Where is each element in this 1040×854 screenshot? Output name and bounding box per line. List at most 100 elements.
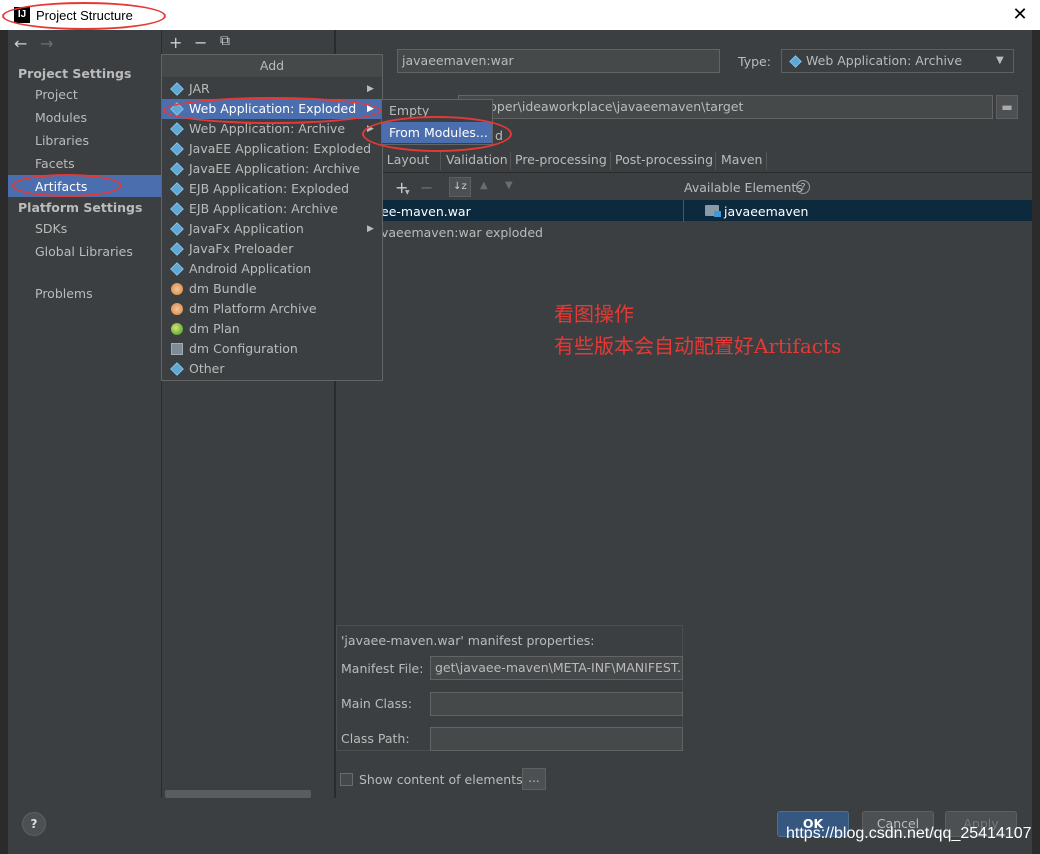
type-select[interactable]: Web Application: Archive ▼ [781, 49, 1014, 73]
popup-item-label: JavaFx Preloader [189, 241, 294, 256]
popup-header: Add [162, 55, 382, 77]
popup-item-label: EJB Application: Archive [189, 201, 338, 216]
help-button[interactable]: ? [22, 812, 46, 836]
add-artifact-button[interactable]: + [169, 33, 182, 52]
diamond-icon [170, 242, 184, 256]
sidebar-item-problems[interactable]: Problems [35, 286, 93, 301]
type-label: Type: [738, 54, 771, 69]
diamond-icon [170, 162, 184, 176]
popup-item-label: JavaFx Application [189, 221, 304, 236]
tab-separator [766, 152, 767, 170]
popup-item-label: EJB Application: Exploded [189, 181, 350, 196]
main-class-field[interactable] [430, 692, 683, 716]
popup-item[interactable]: dm Plan [162, 319, 382, 339]
popup-item[interactable]: dm Platform Archive [162, 299, 382, 319]
popup-item[interactable]: Android Application [162, 259, 382, 279]
class-path-field[interactable] [430, 727, 683, 751]
popup-item-label: JavaEE Application: Exploded [189, 141, 372, 156]
popup-item-label: dm Plan [189, 321, 240, 336]
diamond-icon [170, 82, 184, 96]
tab-maven[interactable]: Maven [721, 152, 762, 167]
output-tree-child[interactable]: vaeemaven:war exploded [381, 225, 543, 240]
move-up-icon[interactable]: ▲ [480, 180, 488, 191]
manifest-title: 'javaee-maven.war' manifest properties: [341, 633, 595, 648]
plan-icon [171, 323, 183, 335]
diamond-icon [170, 222, 184, 236]
config-icon [171, 343, 183, 355]
remove-element-button[interactable]: − [420, 178, 433, 197]
move-down-icon[interactable]: ▼ [505, 180, 513, 191]
tab-separator [510, 152, 511, 170]
close-button[interactable]: ✕ [1008, 3, 1032, 27]
sidebar-item-project[interactable]: Project [35, 87, 78, 102]
popup-item[interactable]: EJB Application: Archive [162, 199, 382, 219]
popup-item[interactable]: EJB Application: Exploded [162, 179, 382, 199]
popup-item-label: dm Platform Archive [189, 301, 317, 316]
tab-validation[interactable]: Validation [446, 152, 508, 167]
manifest-file-field[interactable]: get\javaee-maven\META-INF\MANIFEST.M [430, 656, 683, 680]
manifest-file-label: Manifest File: [341, 661, 424, 676]
back-arrow-icon[interactable]: ← [14, 34, 27, 53]
remove-artifact-button[interactable]: − [194, 33, 207, 52]
available-module-item[interactable]: javaeemaven [724, 204, 808, 219]
artifacts-highlight-oval [12, 174, 122, 197]
popup-item[interactable]: JavaFx Application ▶ [162, 219, 382, 239]
dropdown-small-icon: ▼ [405, 189, 410, 196]
horizontal-scrollbar[interactable] [165, 790, 311, 798]
popup-item[interactable]: JavaFx Preloader [162, 239, 382, 259]
popup-item-label: JavaEE Application: Archive [189, 161, 360, 176]
output-tree-root[interactable]: ee-maven.war [381, 204, 471, 219]
annotation-line-2: 有些版本会自动配置好Artifacts [554, 334, 842, 358]
main-class-label: Main Class: [341, 696, 412, 711]
help-circle-icon[interactable]: ? [796, 180, 810, 194]
platform-settings-heading: Platform Settings [18, 200, 143, 215]
popup-item[interactable]: dm Bundle [162, 279, 382, 299]
popup-item[interactable]: JavaEE Application: Exploded [162, 139, 382, 159]
popup-item[interactable]: dm Configuration [162, 339, 382, 359]
project-settings-heading: Project Settings [18, 66, 132, 81]
watermark-url: https://blog.csdn.net/qq_25414107 [786, 825, 1032, 842]
show-content-checkbox[interactable] [340, 773, 353, 786]
bundle-icon [171, 283, 183, 295]
sort-elements-button[interactable]: ↓z [449, 177, 471, 197]
popup-item-label: Other [189, 361, 225, 376]
popup-item-label: dm Configuration [189, 341, 298, 356]
submenu-arrow-icon: ▶ [367, 84, 374, 94]
show-content-label: Show content of elements [359, 772, 523, 787]
copy-artifact-button[interactable]: ⧉ [220, 33, 230, 49]
sidebar-item-global-libraries[interactable]: Global Libraries [35, 244, 133, 259]
chevron-down-icon: ▼ [996, 55, 1004, 66]
popup-item[interactable]: Other [162, 359, 382, 379]
diamond-icon [170, 262, 184, 276]
show-content-options-button[interactable]: ... [522, 768, 546, 790]
popup-item-label: dm Bundle [189, 281, 257, 296]
folder-browse-icon[interactable]: ▬ [996, 95, 1018, 119]
tab-separator [610, 152, 611, 170]
sidebar-item-modules[interactable]: Modules [35, 110, 87, 125]
sidebar-item-libraries[interactable]: Libraries [35, 133, 89, 148]
popup-item[interactable]: JAR ▶ [162, 79, 382, 99]
tab-pre-processing[interactable]: Pre-processing [515, 152, 607, 167]
popup-item-label: JAR [189, 81, 210, 96]
module-badge-icon [714, 211, 721, 217]
diamond-icon [170, 122, 184, 136]
popup-item[interactable]: JavaEE Application: Archive [162, 159, 382, 179]
sidebar-item-sdks[interactable]: SDKs [35, 221, 67, 236]
output-directory-field[interactable]: eveloper\ideaworkplace\javaeemaven\targe… [458, 95, 993, 119]
artifact-name-field[interactable]: javaeemaven:war [397, 49, 720, 73]
popup-item-label: Android Application [189, 261, 312, 276]
submenu-arrow-icon: ▶ [367, 224, 374, 234]
from-modules-highlight-oval [362, 116, 512, 152]
available-elements-label: Available Elements [684, 180, 803, 195]
annotation-line-1: 看图操作 [554, 302, 634, 326]
title-highlight-oval [2, 2, 166, 30]
diamond-icon [170, 202, 184, 216]
tab-post-processing[interactable]: Post-processing [615, 152, 713, 167]
type-select-value: Web Application: Archive [806, 53, 963, 68]
sidebar-item-facets[interactable]: Facets [35, 156, 75, 171]
diamond-icon [170, 142, 184, 156]
tab-separator [715, 152, 716, 170]
forward-arrow-icon[interactable]: → [40, 34, 53, 53]
diamond-icon [170, 182, 184, 196]
class-path-label: Class Path: [341, 731, 410, 746]
